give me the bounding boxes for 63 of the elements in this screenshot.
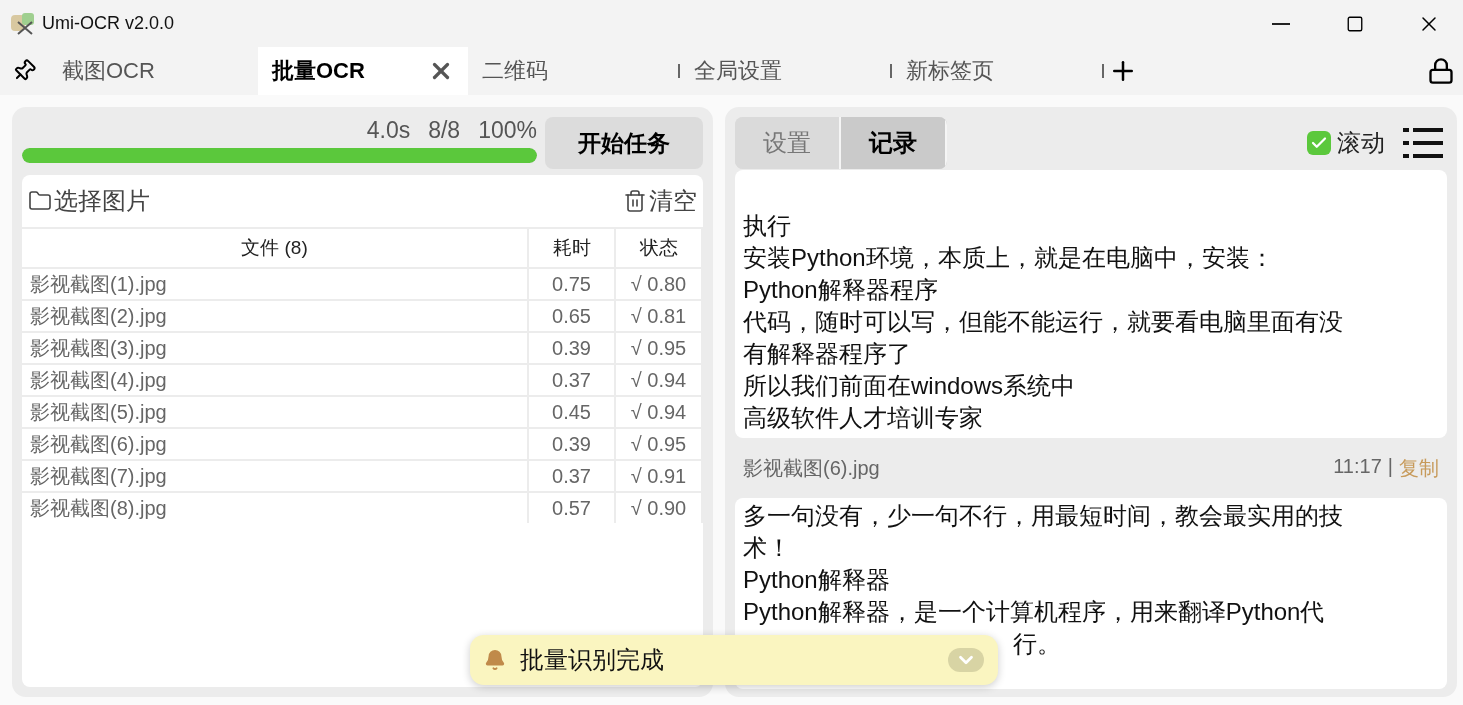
record-text: 所以我们前面在windows系统中 (743, 371, 1076, 401)
tab[interactable]: 截图OCR (48, 47, 258, 95)
tab[interactable]: 批量OCR (258, 47, 468, 95)
column-header: 耗时 (529, 229, 614, 267)
table-cell: 0.37 (529, 365, 614, 395)
table-cell: 0.37 (529, 461, 614, 491)
table-cell: 影视截图(5).jpg (22, 397, 527, 427)
record-text: Python解释器程序 (743, 275, 938, 305)
record-text: 执行 (743, 211, 791, 241)
record-text: 多一句没有，少一句不行，用最短时间，教会最实用的技 (743, 501, 1343, 531)
minimize-icon (1272, 22, 1290, 25)
record-text: 代码，随时可以写，但能不能运行，就要看电脑里面有没 (743, 307, 1343, 337)
column-header: 状态 (616, 229, 701, 267)
record-text: 术！ (743, 533, 791, 563)
select-images-button[interactable]: 选择图片 (28, 185, 150, 217)
column-header: 文件 (8) (22, 229, 527, 267)
separator-text: | (1387, 454, 1393, 479)
folder-icon (28, 189, 52, 213)
tab[interactable]: 全局设置 (680, 47, 890, 95)
table-cell: 0.39 (529, 429, 614, 459)
record-text: 有解释器程序了 (743, 339, 911, 369)
window-title: Umi-OCR v2.0.0 (42, 13, 175, 34)
table-cell: 0.57 (529, 493, 614, 523)
record-text: Python解释器，是一个计算机程序，用来翻译Python代 (743, 597, 1325, 627)
table-cell: √ 0.80 (616, 269, 701, 299)
table-cell: 影视截图(8).jpg (22, 493, 527, 523)
table-cell: 影视截图(1).jpg (22, 269, 527, 299)
table-cell: √ 0.81 (616, 301, 701, 331)
record-time: 11:17 (1333, 454, 1382, 479)
progress-percent: 100% (478, 117, 537, 144)
record-text: 行。 (1013, 629, 1061, 659)
maximize-icon (1346, 14, 1364, 33)
table-cell: 影视截图(2).jpg (22, 301, 527, 331)
bell-icon (484, 649, 506, 671)
trash-icon (623, 189, 647, 213)
record-text: Python解释器 (743, 565, 890, 595)
table-cell: 影视截图(6).jpg (22, 429, 527, 459)
app-logo-icon (10, 11, 36, 36)
table-cell: √ 0.90 (616, 493, 701, 523)
record-filename: 影视截图(6).jpg (743, 455, 880, 481)
table-cell: √ 0.95 (616, 333, 701, 363)
start-task-button[interactable]: 开始任务 (545, 117, 703, 169)
table-cell: 影视截图(4).jpg (22, 365, 527, 395)
table-cell: 影视截图(7).jpg (22, 461, 527, 491)
tab[interactable]: 二维码 (468, 47, 678, 95)
elapsed-time: 4.0s (366, 117, 411, 144)
table-cell: 0.75 (529, 269, 614, 299)
notification-text: 批量识别完成 (520, 645, 665, 675)
table-cell: √ 0.91 (616, 461, 701, 491)
table-cell: 影视截图(3).jpg (22, 333, 527, 363)
table-cell: 0.39 (529, 333, 614, 363)
tab[interactable]: 新标签页 (892, 47, 1102, 95)
table-cell: √ 0.95 (616, 429, 701, 459)
panel-tab[interactable]: 记录 (841, 117, 947, 169)
record-text: 高级软件人才培训专家 (743, 403, 983, 433)
table-cell: √ 0.94 (616, 365, 701, 395)
table-cell: 0.45 (529, 397, 614, 427)
table-cell: 0.65 (529, 301, 614, 331)
table-cell: √ 0.94 (616, 397, 701, 427)
record-text: 安装Python环境，本质上，就是在电脑中，安装： (743, 243, 1274, 273)
scroll-checkbox[interactable]: 滚动 (1307, 127, 1385, 159)
clear-button[interactable]: 清空 (623, 185, 697, 217)
progress-count: 8/8 (428, 117, 461, 144)
